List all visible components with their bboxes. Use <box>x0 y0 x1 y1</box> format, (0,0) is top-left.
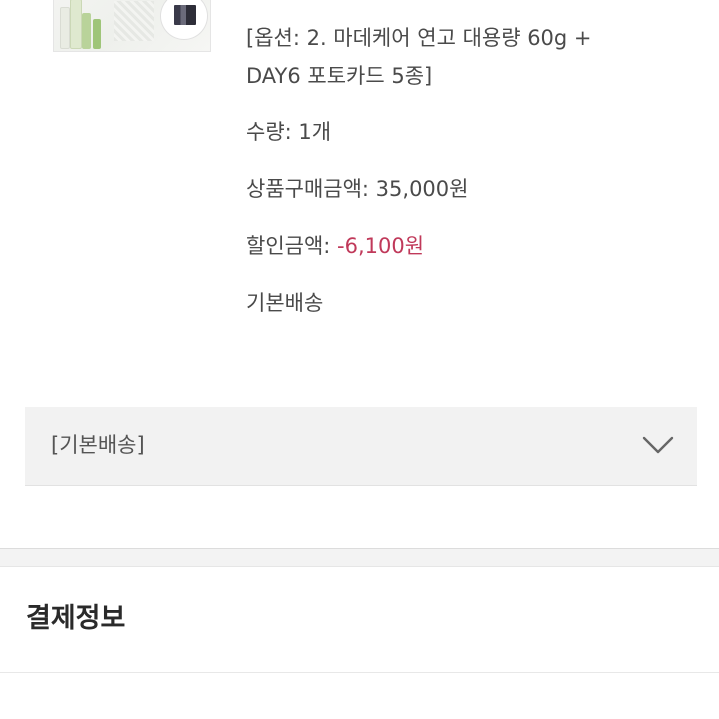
discount-label: 할인금액: <box>246 234 338 258</box>
price-row: 상품구매금액: 35,000원 <box>246 171 468 207</box>
shipping-type: 기본배송 <box>246 291 324 315</box>
photocard-badge <box>161 0 207 39</box>
option-text-line-2: DAY6 포토카드 5종] <box>246 64 433 88</box>
price-value: 35,000원 <box>375 177 469 201</box>
order-detail-page: [옵션: 2. 마데케어 연고 대용량 60g + DAY6 포토카드 5종] … <box>0 0 719 719</box>
payment-info-title: 결제정보 <box>26 603 126 634</box>
option-text-line-1: [옵션: 2. 마데케어 연고 대용량 60g + <box>246 26 592 50</box>
product-bottle-image <box>82 13 91 49</box>
discount-value: -6,100원 <box>337 234 425 258</box>
section-rule <box>0 672 719 673</box>
section-divider <box>0 548 719 567</box>
product-background-pattern <box>114 1 154 41</box>
discount-row: 할인금액: -6,100원 <box>246 228 424 264</box>
photocard-image <box>174 5 196 25</box>
chevron-down-icon[interactable] <box>641 433 675 457</box>
quantity-value: 1개 <box>298 120 332 144</box>
product-bottle-image <box>60 7 70 49</box>
shipping-select-label: [기본배송] <box>51 433 145 457</box>
product-thumbnail[interactable] <box>53 0 211 52</box>
product-bottle-image <box>93 19 101 49</box>
quantity-row: 수량: 1개 <box>246 114 331 150</box>
quantity-label: 수량: <box>246 120 299 144</box>
product-bottle-image <box>70 0 82 49</box>
price-label: 상품구매금액: <box>246 177 376 201</box>
shipping-method-select[interactable]: [기본배송] <box>25 407 697 486</box>
